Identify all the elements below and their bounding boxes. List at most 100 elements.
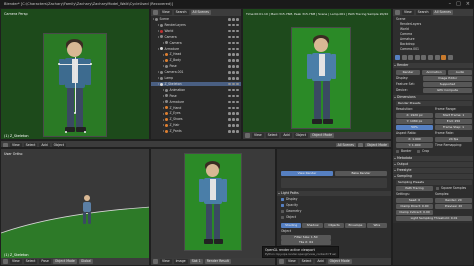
view-menu[interactable]: View (160, 259, 172, 264)
fps-dropdown[interactable]: 24 fps (435, 137, 472, 142)
shading-tab[interactable]: Objects (323, 223, 345, 228)
clamp-indirect-field[interactable]: Clamp Indirect: 0.00 (396, 210, 433, 215)
render-camera-icon[interactable] (236, 100, 239, 104)
object-menu[interactable]: Object (293, 133, 308, 138)
image-menu[interactable]: Image (173, 259, 188, 264)
select-cursor-icon[interactable] (232, 112, 235, 115)
shader-option-checkbox[interactable] (281, 204, 285, 208)
visibility-eye-icon[interactable] (228, 106, 231, 110)
expand-arrow-icon[interactable] (153, 18, 154, 21)
properties-panel[interactable]: View Search All Scenes Scene RenderLayers… (392, 8, 474, 266)
viewport-camera-persp[interactable]: Camera Persp (1) Z_Skeleton (0, 8, 150, 140)
outliner-row[interactable]: Z_Shoes (151, 117, 241, 122)
select-cursor-icon[interactable] (232, 88, 235, 92)
render-camera-icon[interactable] (236, 53, 239, 56)
light-threshold-field[interactable]: Light Sampling Threshold: 0.01 (396, 216, 472, 221)
render-camera-icon[interactable] (236, 29, 239, 33)
expand-arrow-icon[interactable] (158, 71, 159, 74)
expand-arrow-icon[interactable] (163, 94, 164, 97)
mode-dropdown[interactable]: Object Mode (52, 259, 77, 264)
outliner-display-mode[interactable]: All Scenes (190, 10, 211, 15)
visibility-eye-icon[interactable] (228, 29, 231, 33)
render-camera-icon[interactable] (236, 130, 239, 133)
expand-arrow-icon[interactable] (158, 77, 159, 80)
mode-dropdown[interactable]: Object Mode (309, 133, 335, 138)
expand-arrow-icon[interactable] (163, 106, 164, 109)
shading-tab[interactable]: Shadow (302, 223, 323, 228)
feature-set-dropdown[interactable]: Supported (423, 82, 472, 87)
properties-search-menu[interactable]: Search (415, 10, 431, 15)
animation-button[interactable]: Animation (422, 70, 446, 75)
add-menu[interactable]: Add (39, 142, 50, 147)
visibility-eye-icon[interactable] (228, 35, 231, 39)
render-camera-icon[interactable] (236, 41, 239, 45)
select-cursor-icon[interactable] (232, 47, 235, 51)
end-frame-field[interactable]: End: 250 (435, 119, 472, 124)
expand-arrow-icon[interactable] (163, 65, 164, 68)
render-camera-icon[interactable] (236, 106, 239, 110)
expand-arrow-icon[interactable] (158, 83, 159, 86)
audio-button[interactable]: Audio (448, 70, 472, 75)
render-camera-icon[interactable] (236, 118, 239, 121)
select-cursor-icon[interactable] (232, 23, 235, 27)
bone-shoulders[interactable] (59, 64, 91, 65)
outliner-view-menu[interactable]: View (160, 10, 172, 15)
layer-list[interactable] (281, 178, 387, 188)
view-menu[interactable]: View (10, 259, 22, 264)
select-cursor-icon[interactable] (232, 94, 235, 98)
expand-arrow-icon[interactable] (163, 89, 164, 92)
expand-arrow-icon[interactable] (163, 100, 164, 103)
select-cursor-icon[interactable] (232, 100, 235, 104)
visibility-eye-icon[interactable] (228, 118, 231, 121)
expand-arrow-icon[interactable] (158, 24, 159, 27)
outliner-row[interactable]: Z_Hair (151, 123, 241, 128)
aspect-x-field[interactable]: X: 1.000 (396, 137, 433, 142)
visibility-eye-icon[interactable] (228, 65, 231, 68)
display-dropdown[interactable]: Image Editor (423, 76, 472, 81)
outliner-row[interactable]: Z_Head (151, 52, 241, 57)
visibility-eye-icon[interactable] (228, 47, 231, 51)
integrator-dropdown[interactable]: Path Tracing (396, 186, 433, 191)
freestyle-section-header[interactable]: Freestyle (393, 168, 473, 173)
select-menu[interactable]: Select (265, 133, 280, 138)
add-menu[interactable]: Add (281, 133, 292, 138)
visibility-eye-icon[interactable] (228, 88, 231, 92)
outliner-row[interactable]: Z_Pants (151, 129, 241, 134)
visibility-eye-icon[interactable] (228, 94, 231, 98)
render-camera-icon[interactable] (236, 65, 239, 68)
image-name-field[interactable]: Render Result (204, 259, 231, 264)
select-menu[interactable]: Select (23, 259, 38, 264)
crop-checkbox[interactable] (417, 150, 421, 154)
expand-arrow-icon[interactable] (163, 59, 164, 62)
visibility-eye-icon[interactable] (228, 112, 231, 115)
outliner-editor-icon[interactable] (153, 10, 158, 15)
material-tab-icon[interactable] (447, 55, 453, 60)
outliner-row[interactable]: Z_Skeleton (151, 81, 241, 87)
output-section-header[interactable]: Output (393, 162, 473, 167)
select-cursor-icon[interactable] (232, 65, 235, 68)
render-camera-icon[interactable] (236, 35, 239, 39)
select-cursor-icon[interactable] (232, 106, 235, 110)
expand-arrow-icon[interactable] (158, 30, 159, 33)
sampling-section-header[interactable]: Sampling (393, 174, 473, 179)
bone-joint[interactable] (58, 63, 60, 65)
outliner-row[interactable]: Camera (151, 35, 241, 40)
visibility-eye-icon[interactable] (228, 53, 231, 56)
scenes-dropdown[interactable]: All Scenes (335, 142, 356, 147)
visibility-eye-icon[interactable] (228, 71, 231, 74)
pose-menu[interactable]: Pose (39, 259, 51, 264)
editor-type-icon[interactable] (153, 259, 158, 264)
object-menu[interactable]: Object (51, 142, 66, 147)
transform-orientation-dropdown[interactable]: Global (78, 259, 94, 264)
frame-step-field[interactable]: Frame Step: 1 (435, 125, 472, 130)
preview-samples-field[interactable]: Preview: 20 (435, 204, 472, 209)
device-dropdown[interactable]: GPU Compute (423, 88, 472, 93)
select-cursor-icon[interactable] (232, 124, 235, 127)
scene-list-item[interactable]: Camera.001 (400, 47, 419, 52)
bone-joint[interactable] (65, 131, 67, 133)
character-small[interactable] (81, 195, 93, 225)
outliner-row[interactable]: Z_Eyes (151, 111, 241, 116)
character-rendered[interactable] (305, 35, 339, 127)
bone-spine[interactable] (75, 57, 76, 113)
view-menu[interactable]: View (286, 259, 298, 264)
